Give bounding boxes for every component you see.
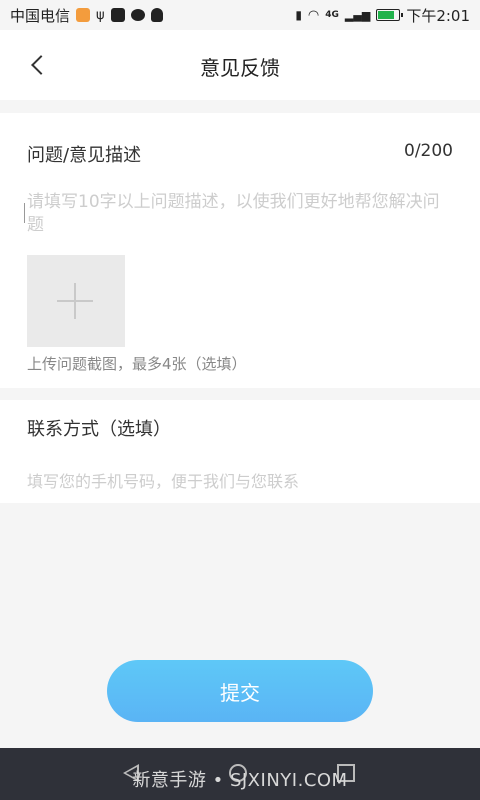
signal-label: 4G (325, 10, 339, 20)
message-icon (130, 9, 145, 21)
tiktok-icon (110, 8, 125, 22)
page-title: 意见反馈 (200, 56, 280, 80)
contact-label: 联系方式（选填） (27, 419, 171, 440)
text-caret (24, 203, 25, 223)
usb-icon: ψ (96, 7, 105, 23)
clock: 下午2:01 (406, 6, 470, 25)
battery-icon (376, 9, 404, 21)
submit-button[interactable]: 提交 (107, 660, 373, 722)
plus-icon-vertical (74, 283, 76, 319)
signal-icon: ▂▄▆ (344, 8, 371, 22)
feedback-card: 问题/意见描述 0/200 请填写10字以上问题描述，以使我们更好地帮您解决问题… (0, 113, 480, 388)
app-notification-icon (76, 8, 91, 22)
upload-hint: 上传问题截图，最多4张（选填） (27, 355, 247, 373)
feedback-textarea[interactable]: 请填写10字以上问题描述，以使我们更好地帮您解决问题 (27, 191, 455, 251)
status-bar: 中国电信 ψ ▮ ◠ 4G ▂▄▆ 下午2:01 (0, 0, 480, 30)
char-counter: 0/200 (404, 141, 453, 161)
header-bar: 意见反馈 (0, 30, 480, 100)
upload-image-button[interactable] (27, 255, 125, 347)
contact-input[interactable]: 填写您的手机号码，便于我们与您联系 (27, 468, 457, 492)
contact-card: 联系方式（选填） 填写您的手机号码，便于我们与您联系 (0, 400, 480, 503)
wifi-icon: ◠ (307, 7, 320, 23)
feedback-label: 问题/意见描述 (27, 145, 142, 166)
watermark: 新意手游 • SJXINYI.COM (132, 770, 348, 791)
qq-icon (150, 8, 163, 22)
carrier-label: 中国电信 (10, 6, 71, 25)
vibrate-icon: ▮ (295, 8, 302, 22)
